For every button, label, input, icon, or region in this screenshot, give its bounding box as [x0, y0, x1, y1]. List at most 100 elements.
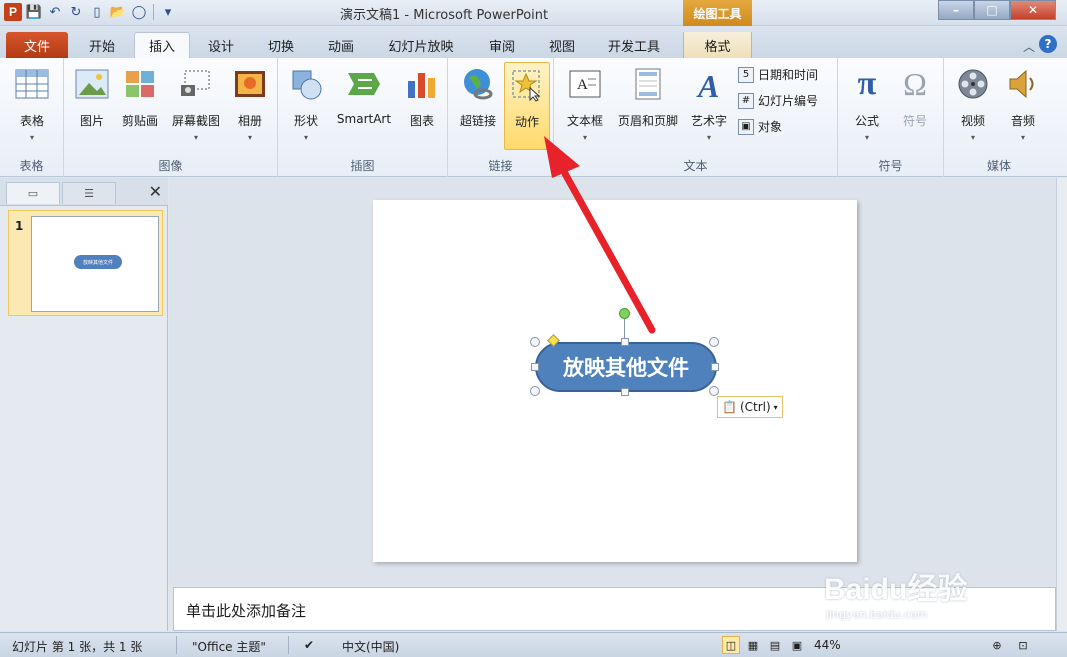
audio-button[interactable]: 音频 ▾: [1000, 62, 1046, 142]
svg-text:A: A: [696, 68, 719, 101]
status-separator: [176, 636, 177, 654]
reading-view-icon[interactable]: ▤: [766, 636, 784, 654]
hyperlink-button[interactable]: 超链接: [454, 62, 502, 129]
fit-to-window-icon[interactable]: ⊡: [1014, 636, 1032, 654]
tab-transitions[interactable]: 切换: [254, 32, 308, 58]
table-button[interactable]: 表格 ▾: [10, 62, 54, 142]
shapes-label: 形状: [293, 114, 318, 128]
dropdown-arrow-icon: ▾: [29, 133, 34, 142]
zoom-in-icon[interactable]: ⊕: [988, 636, 1006, 654]
textbox-label: 文本框: [566, 114, 603, 128]
circle-icon[interactable]: ◯: [130, 3, 148, 21]
dropdown-arrow-icon: ▾: [582, 133, 587, 142]
tab-view[interactable]: 视图: [534, 32, 590, 58]
wordart-button[interactable]: A 艺术字 ▾: [686, 62, 732, 142]
picture-label: 图片: [79, 114, 104, 128]
chart-button[interactable]: 图表: [400, 62, 444, 129]
slides-tab-icon[interactable]: ▭: [6, 182, 60, 204]
album-label: 相册: [237, 114, 262, 128]
theme-status[interactable]: "Office 主题": [192, 638, 266, 655]
tab-format[interactable]: 格式: [683, 32, 752, 58]
minimize-button[interactable]: –: [938, 0, 974, 20]
screenshot-button[interactable]: 屏幕截图 ▾: [166, 62, 226, 142]
resize-handle-s[interactable]: [621, 388, 629, 396]
clipart-button[interactable]: 剪贴画: [116, 62, 164, 129]
spellcheck-icon[interactable]: ✔: [304, 638, 314, 652]
equation-button[interactable]: π 公式 ▾: [844, 62, 890, 142]
slide-number-button[interactable]: # 幻灯片编号: [738, 92, 818, 109]
picture-icon: [74, 66, 110, 102]
resize-handle-se[interactable]: [709, 386, 719, 396]
symbol-button[interactable]: Ω 符号: [892, 62, 938, 129]
table-label: 表格: [19, 114, 44, 128]
speaker-icon: [1005, 66, 1041, 102]
redo-icon[interactable]: ↻: [67, 3, 85, 21]
vertical-scrollbar[interactable]: [1056, 178, 1067, 631]
new-document-icon[interactable]: ▯: [88, 3, 106, 21]
textbox-button[interactable]: A 文本框 ▾: [560, 62, 610, 142]
slide-thumbnail-selected[interactable]: 1 放映其他文件: [8, 210, 163, 316]
wordart-label: 艺术字: [690, 114, 727, 128]
bar-chart-icon: [404, 66, 440, 102]
tab-developer[interactable]: 开发工具: [596, 32, 672, 58]
tab-animations[interactable]: 动画: [314, 32, 368, 58]
zoom-level[interactable]: 44%: [814, 638, 841, 652]
resize-handle-e[interactable]: [711, 363, 719, 371]
outline-tab-icon[interactable]: ☰: [62, 182, 116, 204]
group-label-illustrations: 插图: [350, 159, 375, 173]
powerpoint-app-icon[interactable]: P: [4, 3, 22, 21]
clipart-icon: [122, 66, 158, 102]
symbol-label: 符号: [902, 114, 927, 128]
tab-design[interactable]: 设计: [194, 32, 248, 58]
watermark-url: jingyan.baidu.com: [826, 608, 928, 621]
shapes-button[interactable]: 形状 ▾: [284, 62, 328, 142]
tab-home[interactable]: 开始: [74, 32, 130, 58]
notes-placeholder[interactable]: 单击此处添加备注: [186, 600, 306, 621]
group-label-links: 链接: [488, 159, 513, 173]
dropdown-arrow-icon: ▾: [247, 133, 252, 142]
header-footer-icon: [630, 66, 666, 102]
resize-handle-sw[interactable]: [530, 386, 540, 396]
action-label: 动作: [514, 115, 539, 129]
open-folder-icon[interactable]: 📂: [109, 3, 127, 21]
tab-file[interactable]: 文件: [6, 32, 68, 58]
undo-icon[interactable]: ↶: [46, 3, 64, 21]
watermark-text: Baidu经验: [824, 573, 968, 606]
smartart-button[interactable]: SmartArt: [332, 62, 396, 126]
datetime-button[interactable]: 5 日期和时间: [738, 66, 818, 83]
normal-view-icon[interactable]: ◫: [722, 636, 740, 654]
save-icon[interactable]: 💾: [25, 3, 43, 21]
status-separator: [288, 636, 289, 654]
slide-sorter-view-icon[interactable]: ▦: [744, 636, 762, 654]
object-label: 对象: [758, 120, 783, 134]
tab-review[interactable]: 审阅: [474, 32, 530, 58]
slideshow-view-icon[interactable]: ▣: [788, 636, 806, 654]
customize-qat-icon[interactable]: ▾: [159, 3, 177, 21]
resize-handle-w[interactable]: [531, 363, 539, 371]
picture-button[interactable]: 图片: [70, 62, 114, 129]
video-button[interactable]: 视频 ▾: [950, 62, 996, 142]
rounded-rectangle-shape[interactable]: 放映其他文件: [535, 342, 717, 392]
resize-handle-nw[interactable]: [530, 337, 540, 347]
object-button[interactable]: ▣ 对象: [738, 118, 782, 135]
maximize-button[interactable]: □: [974, 0, 1010, 20]
header-footer-button[interactable]: 页眉和页脚: [612, 62, 684, 129]
slide-thumbnail[interactable]: 放映其他文件: [31, 216, 159, 312]
resize-handle-ne[interactable]: [709, 337, 719, 347]
ribbon-tab-row: 文件 开始 插入 设计 切换 动画 幻灯片放映 审阅 视图 开发工具 格式 ︿ …: [0, 26, 1067, 58]
svg-text:A: A: [577, 77, 588, 93]
minimize-ribbon-icon[interactable]: ︿: [1023, 38, 1035, 55]
tab-insert[interactable]: 插入: [134, 32, 190, 58]
paste-options-button[interactable]: 📋 (Ctrl) ▾: [717, 396, 783, 418]
resize-handle-n[interactable]: [621, 338, 629, 346]
language-status[interactable]: 中文(中国): [342, 638, 399, 655]
rotation-handle[interactable]: [619, 308, 630, 319]
close-button[interactable]: ✕: [1010, 0, 1056, 20]
tab-slideshow[interactable]: 幻灯片放映: [378, 32, 464, 58]
help-icon[interactable]: ?: [1039, 35, 1057, 53]
action-button[interactable]: 动作: [504, 62, 550, 150]
slide-canvas[interactable]: 放映其他文件 📋 (Ctrl) ▾: [373, 200, 857, 562]
album-button[interactable]: 相册 ▾: [228, 62, 272, 142]
close-pane-icon[interactable]: ✕: [149, 182, 162, 201]
hyperlink-globe-icon: [460, 66, 496, 102]
